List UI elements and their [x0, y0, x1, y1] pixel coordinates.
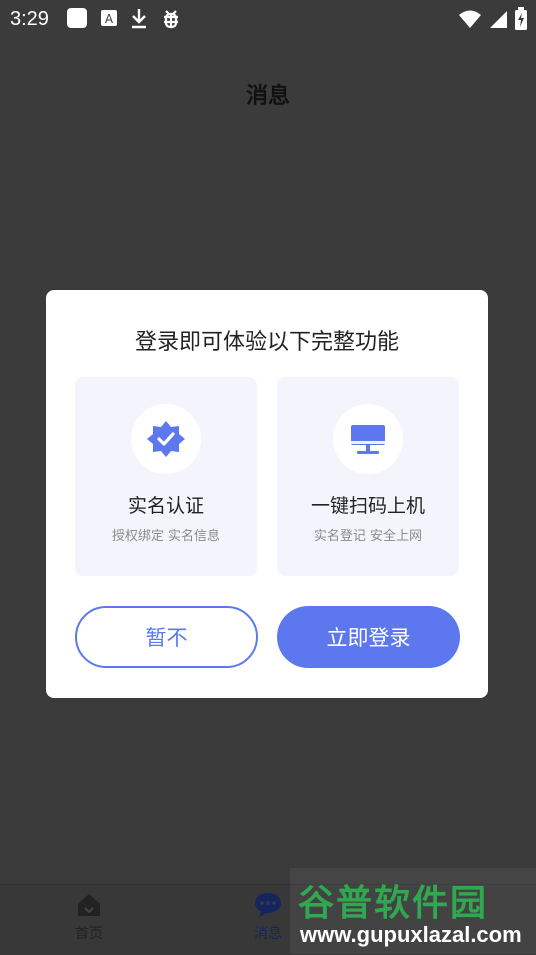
feature-name: 一键扫码上机 — [310, 495, 425, 517]
feature-card-real-name: 实名认证 授权绑定 实名信息 — [75, 377, 257, 576]
dialog-title: 登录即可体验以下完整功能 — [134, 330, 399, 355]
not-now-button[interactable]: 暂不 — [75, 606, 258, 668]
feature-icon-circle — [333, 404, 403, 474]
status-icons-left: A — [66, 7, 182, 29]
status-icons-right — [458, 7, 528, 31]
home-icon — [78, 894, 100, 916]
watermark-url: www.gupuxlazal.com — [300, 922, 522, 947]
feature-desc: 授权绑定 实名信息 — [111, 529, 221, 544]
site-watermark: 谷普软件园 www.gupuxlazal.com — [290, 868, 536, 954]
signal-icon — [490, 11, 507, 28]
tab-home[interactable]: 首页 — [49, 891, 129, 943]
login-prompt-dialog: 登录即可体验以下完整功能 实名认证 授权绑定 实名信息 一键扫码上机 实名登记 … — [46, 290, 488, 698]
login-now-button[interactable]: 立即登录 — [277, 606, 460, 668]
feature-desc: 实名登记 安全上网 — [313, 529, 423, 544]
tab-label: 首页 — [75, 926, 103, 942]
feature-card-scan-login: 一键扫码上机 实名登记 安全上网 — [277, 377, 459, 576]
verified-badge-icon — [147, 421, 185, 457]
download-icon — [132, 9, 146, 29]
svg-text:A: A — [105, 12, 114, 26]
font-icon: A — [101, 10, 117, 26]
page-title: 消息 — [245, 84, 290, 109]
feature-name: 实名认证 — [127, 495, 204, 517]
computer-icon — [351, 425, 385, 454]
app-square-icon — [67, 8, 87, 28]
watermark-title: 谷普软件园 — [298, 883, 489, 924]
battery-icon — [515, 7, 527, 30]
status-bar: 3:29 A — [0, 0, 536, 40]
bug-icon — [164, 10, 178, 29]
tab-label: 消息 — [254, 926, 282, 942]
status-time: 3:29 — [10, 8, 49, 30]
wifi-icon — [459, 10, 481, 28]
chat-icon — [255, 893, 281, 918]
feature-icon-circle — [131, 404, 201, 474]
